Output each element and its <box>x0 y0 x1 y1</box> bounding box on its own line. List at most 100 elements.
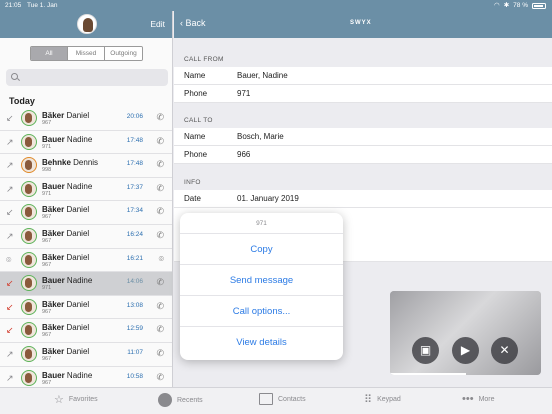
bluetooth-icon: ✱ <box>503 2 510 9</box>
contact-number: 967 <box>42 214 52 221</box>
call-from-phone-row[interactable]: Phone 971 <box>174 85 552 103</box>
phone-icon[interactable]: ✆ <box>156 159 164 170</box>
call-missed-icon: ↙ <box>6 325 14 336</box>
contact-number: 967 <box>42 120 52 126</box>
battery-icon <box>532 2 546 9</box>
tab-keypad[interactable]: ⠿ Keypad <box>364 393 401 406</box>
phone-icon[interactable]: ✆ <box>156 206 164 217</box>
date-key: Date <box>184 194 201 203</box>
tab-contacts[interactable]: Contacts <box>259 393 306 405</box>
segment-missed[interactable]: Missed <box>68 47 105 60</box>
tab-label: More <box>478 395 495 403</box>
call-time: 16:24 <box>126 230 143 238</box>
copy-button[interactable]: Copy <box>180 234 343 265</box>
contact-avatar <box>21 110 37 126</box>
contact-avatar <box>21 133 37 150</box>
call-row[interactable]: ↙ Bäker Daniel 967 12:59 ✆ <box>0 319 172 343</box>
call-from-name: Bauer, Nadine <box>237 71 288 80</box>
call-time: 12:59 <box>126 325 143 333</box>
phone-icon[interactable]: ✆ <box>156 348 164 359</box>
wifi-icon: ◠ <box>494 2 500 9</box>
battery-text: 78 % <box>513 2 528 9</box>
call-row[interactable]: ↗ Bäker Daniel 967 16:24 ✆ <box>0 224 172 249</box>
contact-name: Bauer Nadine <box>42 181 93 191</box>
segment-all[interactable]: All <box>31 47 68 60</box>
phone-key: Phone <box>184 89 208 98</box>
popover-title: 971 <box>180 213 343 234</box>
phone-icon[interactable]: ✆ <box>156 230 164 241</box>
contact-name: Bauer Nadine <box>42 134 93 144</box>
name-key: Name <box>184 71 206 80</box>
call-from-name-row[interactable]: Name Bauer, Nadine <box>174 67 552 85</box>
call-options-button[interactable]: Call options... <box>180 296 343 327</box>
phone-icon[interactable]: ✆ <box>156 301 164 312</box>
call-time: 14:06 <box>126 278 143 286</box>
status-time: 21:05 <box>5 2 22 9</box>
call-row[interactable]: ↙ Bauer Nadine 971 14:06 ✆ <box>0 272 172 296</box>
recents-header: Edit <box>0 11 172 38</box>
call-row[interactable]: ↗ Behnke Dennis 998 17:48 ✆ <box>0 154 172 178</box>
send-message-button[interactable]: Send message <box>180 265 343 296</box>
phone-icon[interactable]: ✆ <box>156 136 164 147</box>
close-icon: ✕ <box>499 343 510 357</box>
play-icon: ▶ <box>460 343 471 357</box>
contact-number: 971 <box>42 190 52 197</box>
edit-button[interactable]: Edit <box>150 19 165 29</box>
contact-name: Bauer Nadine <box>42 276 93 286</box>
context-popover: 971 Copy Send message Call options... Vi… <box>180 213 343 360</box>
user-avatar[interactable] <box>77 14 97 34</box>
info-date: 01. January 2019 <box>237 194 299 203</box>
play-button[interactable]: ▶ <box>452 337 479 364</box>
call-to-phone-row[interactable]: Phone 966 <box>174 146 552 164</box>
search-input[interactable] <box>6 69 168 86</box>
detail-header: ‹ Back SWYX <box>174 11 552 38</box>
contact-name: Bäker Daniel <box>42 228 90 238</box>
phone-icon[interactable]: ✆ <box>156 183 164 194</box>
call-to-phone: 966 <box>237 150 251 159</box>
call-row[interactable]: ↗ Bauer Nadine 971 17:48 ✆ <box>0 130 172 155</box>
tab-more[interactable]: ••• More <box>462 393 495 405</box>
contact-number: 971 <box>42 143 52 150</box>
segment-outgoing[interactable]: Outgoing <box>105 47 142 60</box>
call-out-icon: ↗ <box>6 136 14 147</box>
call-row[interactable]: ⌾ Bäker Daniel 967 16:21 ⌾ <box>0 248 172 273</box>
back-label: Back <box>185 18 206 28</box>
phone-icon[interactable]: ✆ <box>156 277 164 288</box>
tab-favorites[interactable]: ☆ Favorites <box>54 393 98 406</box>
video-preview[interactable]: ▣ ▶ ✕ <box>390 291 541 375</box>
call-row[interactable]: ↗ Bauer Nadine 971 17:37 ✆ <box>0 177 172 202</box>
call-time: 17:48 <box>126 136 143 144</box>
picture-in-picture-button[interactable]: ▣ <box>412 337 439 364</box>
call-row[interactable]: ↗ Bäker Daniel 967 11:07 ✆ <box>0 342 172 367</box>
phone-icon[interactable]: ✆ <box>156 372 164 383</box>
contact-avatar <box>21 345 37 362</box>
call-time: 17:34 <box>126 207 143 215</box>
call-to-name: Bosch, Marie <box>237 132 284 141</box>
call-time: 13:08 <box>126 301 143 309</box>
call-row[interactable]: ↙ Bäker Daniel 967 13:08 ✆ <box>0 295 172 320</box>
contact-avatar <box>21 204 37 221</box>
contact-number: 967 <box>42 355 52 362</box>
tab-recents[interactable]: Recents <box>158 393 203 407</box>
pip-icon: ▣ <box>419 343 432 357</box>
call-row[interactable]: ↙ Bäker Daniel 967 17:34 ✆ <box>0 201 172 225</box>
contact-name: Bäker Daniel <box>42 299 90 309</box>
phone-icon[interactable]: ✆ <box>156 324 164 335</box>
contact-avatar <box>21 275 37 292</box>
call-to-name-row[interactable]: Name Bosch, Marie <box>174 128 552 146</box>
call-time: 10:58 <box>126 372 143 380</box>
voicemail-icon[interactable]: ⌾ <box>159 254 164 265</box>
contact-number: 998 <box>42 167 52 174</box>
phone-icon[interactable]: ✆ <box>156 112 164 123</box>
close-video-button[interactable]: ✕ <box>491 337 518 364</box>
back-button[interactable]: ‹ Back <box>180 18 206 28</box>
call-row[interactable]: ↙ Bäker Daniel 967 20:06 ✆ <box>0 107 172 131</box>
star-icon: ☆ <box>54 394 64 406</box>
view-details-button[interactable]: View details <box>180 327 343 358</box>
phone-key: Phone <box>184 150 208 159</box>
contact-number: 967 <box>42 308 52 315</box>
video-progress[interactable] <box>390 373 466 375</box>
contact-number: 967 <box>42 237 52 244</box>
call-row[interactable]: ↗ Bauer Nadine 967 10:58 ✆ <box>0 366 172 387</box>
contact-number: 967 <box>42 261 52 268</box>
